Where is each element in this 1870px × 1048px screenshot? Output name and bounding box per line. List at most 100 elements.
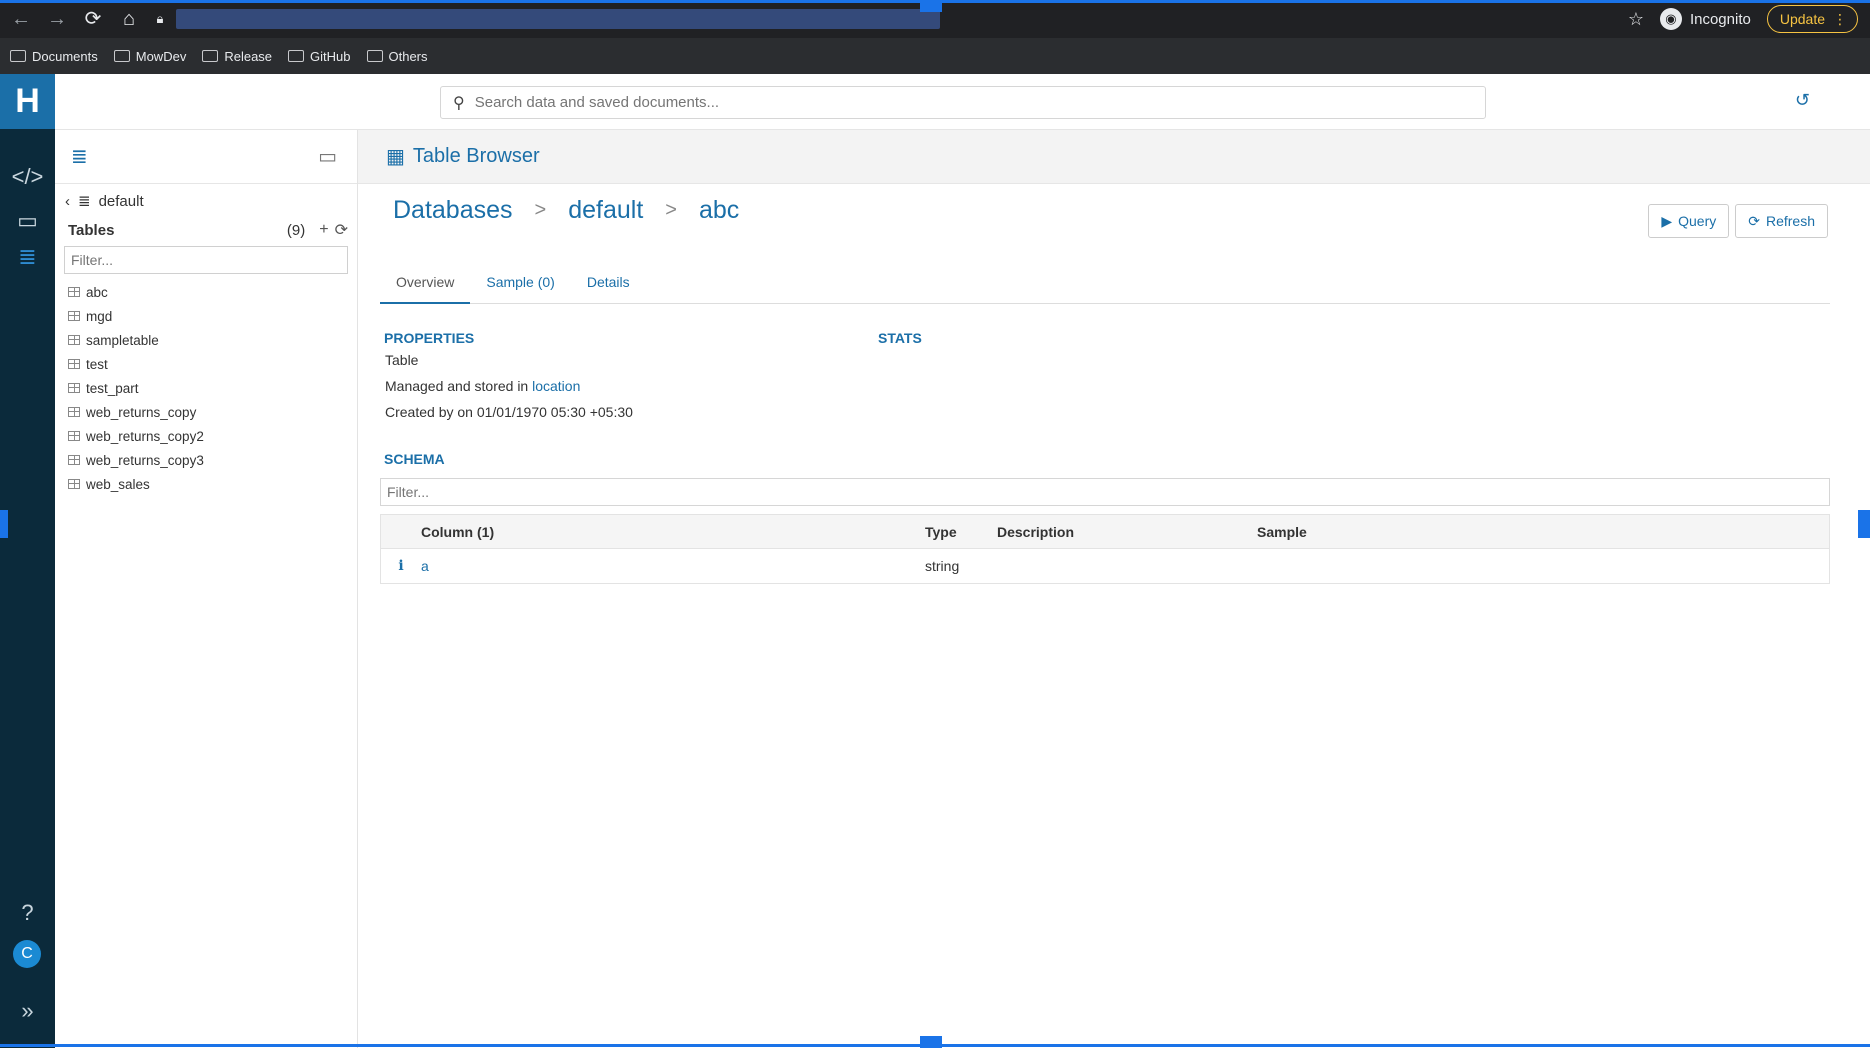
location-link[interactable]: location xyxy=(532,378,580,394)
assist-database-header[interactable]: ‹ ≣ default xyxy=(65,192,144,211)
tab-overview[interactable]: Overview xyxy=(380,260,471,304)
header-sample[interactable]: Sample xyxy=(1257,524,1557,540)
table-item[interactable]: test xyxy=(68,352,204,376)
documents-icon[interactable]: ▭ xyxy=(0,208,55,234)
capture-handle-top[interactable] xyxy=(920,0,942,12)
table-grid-icon: ▦ xyxy=(386,146,405,168)
home-icon[interactable]: ⌂ xyxy=(118,8,140,30)
table-item[interactable]: web_returns_copy3 xyxy=(68,448,204,472)
table-icon xyxy=(68,407,80,417)
global-search[interactable]: ⚲ xyxy=(440,86,1486,119)
app-header: ⚲ ↺ xyxy=(55,74,1870,130)
database-small-icon: ≣ xyxy=(78,193,91,210)
lock-icon: 🔒︎ xyxy=(156,11,164,26)
refresh-button[interactable]: ⟳ Refresh xyxy=(1735,204,1828,238)
table-name: web_returns_copy3 xyxy=(86,452,204,468)
prop-managed: Managed and stored in location xyxy=(385,378,580,394)
table-name: test_part xyxy=(86,380,139,396)
breadcrumb-databases[interactable]: Databases xyxy=(393,196,513,225)
database-name: default xyxy=(98,192,144,210)
forward-icon[interactable]: → xyxy=(46,8,68,30)
address-bar[interactable]: 🔒︎ xyxy=(150,5,940,33)
query-label: Query xyxy=(1678,213,1717,229)
main-content: ▦ Table Browser Databases > default > ab… xyxy=(358,130,1870,1048)
add-icon[interactable]: + xyxy=(319,221,328,239)
column-name-link[interactable]: a xyxy=(421,558,925,574)
expand-icon[interactable]: » xyxy=(0,998,55,1024)
search-input[interactable] xyxy=(474,94,1455,111)
folder-icon xyxy=(288,50,305,62)
table-icon xyxy=(68,455,80,465)
table-item[interactable]: web_returns_copy2 xyxy=(68,424,204,448)
left-nav-rail: H </> ▭ ≣ ? C » xyxy=(0,74,55,1048)
tab-details[interactable]: Details xyxy=(571,260,646,304)
table-icon xyxy=(68,287,80,297)
play-icon: ▶ xyxy=(1661,212,1673,229)
refresh-icon: ⟳ xyxy=(1748,212,1760,229)
schema-heading: SCHEMA xyxy=(384,451,445,467)
table-icon xyxy=(68,335,80,345)
table-item[interactable]: web_returns_copy xyxy=(68,400,204,424)
folder-icon xyxy=(366,50,383,62)
assist-panel-header: ≣ ▭ xyxy=(55,130,357,184)
schema-table: Column (1) Type Description Sample i a s… xyxy=(380,514,1830,584)
table-name: web_returns_copy2 xyxy=(86,428,204,444)
capture-handle-bottom[interactable] xyxy=(920,1036,942,1048)
info-icon[interactable]: i xyxy=(381,558,421,574)
reload-icon[interactable]: ⟳ xyxy=(82,8,104,30)
bookmark-star-icon[interactable]: ☆ xyxy=(1628,9,1644,30)
header-type[interactable]: Type xyxy=(925,524,997,540)
capture-handle-right[interactable] xyxy=(1858,510,1870,538)
table-browser-header: ▦ Table Browser xyxy=(358,130,1870,184)
incognito-indicator[interactable]: ◉ Incognito xyxy=(1659,8,1751,30)
breadcrumb-abc[interactable]: abc xyxy=(699,196,739,225)
bookmark-release[interactable]: Release xyxy=(202,49,272,64)
bookmark-github[interactable]: GitHub xyxy=(288,49,351,64)
table-icon xyxy=(68,359,80,369)
folder-icon xyxy=(202,50,219,62)
update-button[interactable]: Update ⋮ xyxy=(1766,5,1858,33)
tables-filter-input[interactable] xyxy=(64,246,348,274)
bookmark-others[interactable]: Others xyxy=(366,49,428,64)
breadcrumb-default[interactable]: default xyxy=(568,196,643,225)
prop-type: Table xyxy=(385,352,419,368)
breadcrumb: Databases > default > abc xyxy=(393,196,739,225)
redacted-url[interactable] xyxy=(175,9,940,29)
tab-sample[interactable]: Sample (0) xyxy=(470,260,570,304)
table-item[interactable]: sampletable xyxy=(68,328,204,352)
header-column[interactable]: Column (1) xyxy=(421,524,925,540)
editor-icon[interactable]: </> xyxy=(0,164,55,190)
tab-bar: Overview Sample (0) Details xyxy=(380,260,1830,304)
table-item[interactable]: web_sales xyxy=(68,472,204,496)
table-name: abc xyxy=(86,284,108,300)
query-button[interactable]: ▶ Query xyxy=(1648,204,1730,238)
help-icon[interactable]: ? xyxy=(0,900,55,926)
database-icon[interactable]: ≣ xyxy=(71,144,88,169)
search-icon: ⚲ xyxy=(453,94,465,112)
table-item[interactable]: test_part xyxy=(68,376,204,400)
bookmark-documents[interactable]: Documents xyxy=(10,49,98,64)
schema-filter-input[interactable] xyxy=(380,478,1830,506)
properties-heading: PROPERTIES xyxy=(384,330,475,346)
table-item[interactable]: mgd xyxy=(68,304,204,328)
column-type: string xyxy=(925,558,960,574)
table-icon xyxy=(68,431,80,441)
capture-handle-left[interactable] xyxy=(0,510,8,538)
table-item[interactable]: abc xyxy=(68,280,204,304)
bookmark-mowdev[interactable]: MowDev xyxy=(113,49,186,64)
prop-created: Created by on 01/01/1970 05:30 +05:30 xyxy=(385,404,633,420)
database-icon[interactable]: ≣ xyxy=(0,244,55,270)
page-title: Table Browser xyxy=(412,145,540,167)
assist-panel: ≣ ▭ ‹ ≣ default Tables (9) + ⟳ abc mgd s… xyxy=(55,130,358,1048)
refresh-icon[interactable]: ⟳ xyxy=(335,220,348,240)
header-description[interactable]: Description xyxy=(997,524,1257,540)
history-icon[interactable]: ↺ xyxy=(1795,90,1810,111)
documents-icon[interactable]: ▭ xyxy=(318,144,337,169)
table-name: web_returns_copy xyxy=(86,404,197,420)
table-name: mgd xyxy=(86,308,113,324)
back-chevron-icon[interactable]: ‹ xyxy=(65,193,70,210)
back-icon[interactable]: ← xyxy=(10,8,32,30)
hue-logo-icon[interactable]: H xyxy=(0,74,55,129)
table-name: test xyxy=(86,356,108,372)
user-avatar[interactable]: C xyxy=(13,940,41,968)
